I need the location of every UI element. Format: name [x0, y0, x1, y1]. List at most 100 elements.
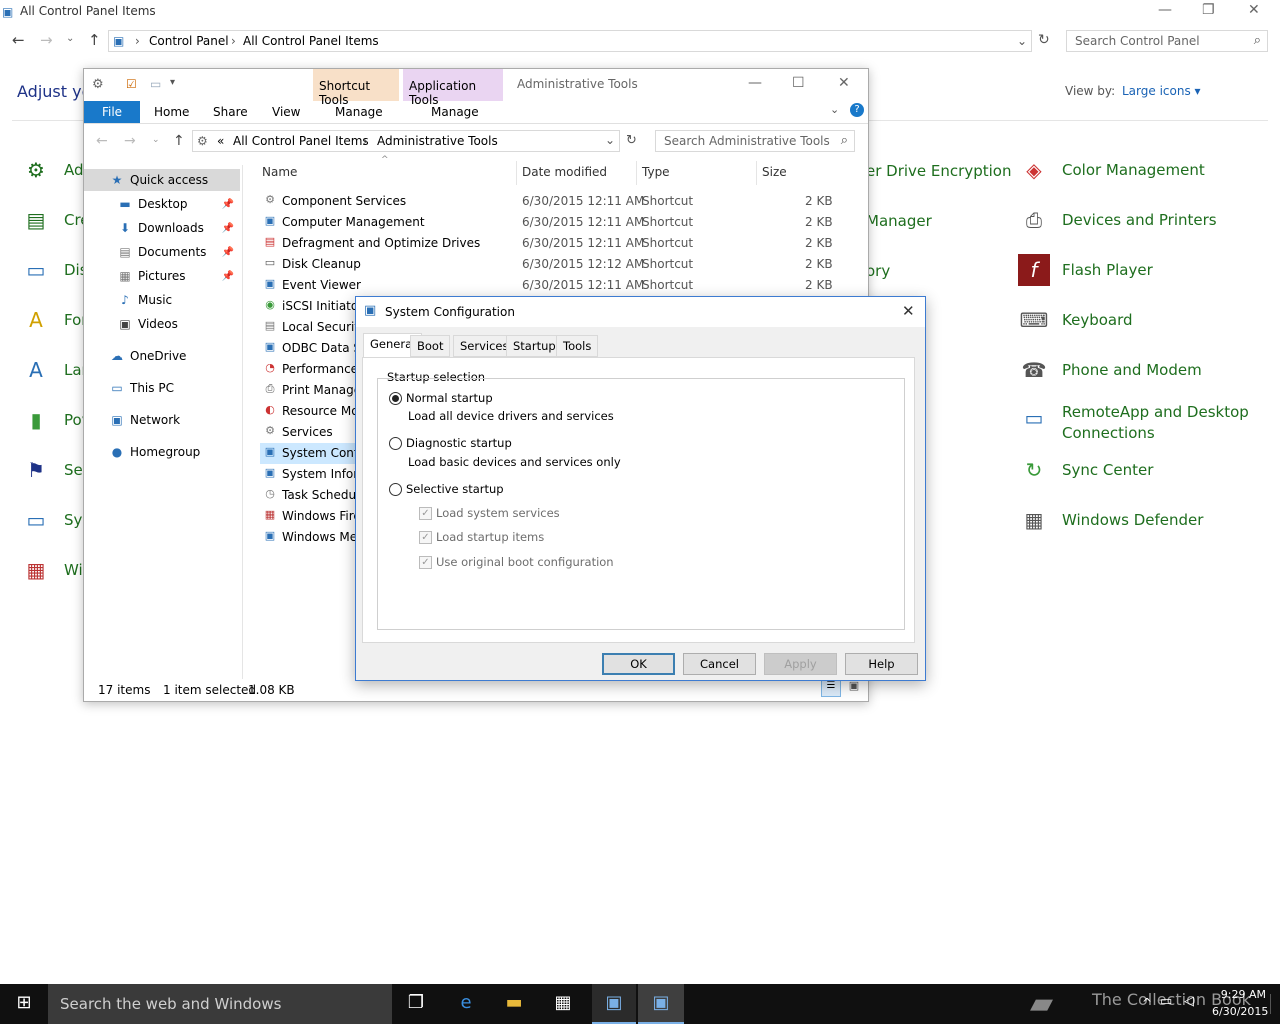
taskbar-search[interactable]: Search the web and Windows — [48, 984, 392, 1024]
ribbon-expand-icon[interactable]: ⌄ — [830, 103, 839, 116]
file-row[interactable]: ▣ Computer Management 6/30/2015 12:11 AM Sh… — [260, 212, 840, 233]
column-size[interactable]: Size — [762, 165, 787, 179]
recent-chevron-icon[interactable]: ⌄ — [152, 135, 160, 145]
pin-icon[interactable]: 📌 — [222, 247, 234, 258]
share-tab[interactable]: Share — [213, 105, 248, 119]
application-tools-tab[interactable]: Application Tools — [403, 69, 503, 107]
file-row[interactable]: ▤ Defragment and Optimize Drives 6/30/2015… — [260, 233, 840, 254]
cp-item-fonts[interactable]: A For — [20, 304, 87, 336]
tab-startup[interactable]: Startup — [506, 335, 563, 357]
load-system-services-checkbox[interactable]: ✓ Load system services — [419, 506, 560, 520]
nav-videos[interactable]: ▣ Videos — [84, 313, 240, 335]
nav-desktop[interactable]: ▬ Desktop 📌 — [84, 193, 240, 215]
cp-item-devices-printers[interactable]: ⎙ Devices and Printers — [1018, 204, 1217, 236]
network-tray-icon[interactable]: ▭ — [1160, 994, 1172, 1009]
tab-boot[interactable]: Boot — [410, 335, 451, 357]
control-panel-search[interactable]: Search Control Panel ⌕ — [1066, 30, 1268, 52]
search-icon[interactable]: ⌕ — [841, 133, 848, 148]
maximize-icon[interactable]: ☐ — [792, 75, 805, 91]
pin-icon[interactable]: 📌 — [222, 271, 234, 282]
diagnostic-startup-radio[interactable]: Diagnostic startup — [389, 436, 512, 450]
forward-arrow-icon[interactable]: → — [124, 133, 136, 149]
close-icon[interactable]: ✕ — [1248, 2, 1260, 18]
cp-item-system[interactable]: ▭ Sys — [20, 504, 91, 536]
nav-this-pc[interactable]: ▭ This PC — [84, 377, 240, 399]
large-icons-view-icon[interactable]: ▣ — [845, 679, 863, 697]
use-original-boot-checkbox[interactable]: ✓ Use original boot configuration — [419, 555, 614, 569]
column-type[interactable]: Type — [642, 165, 670, 179]
back-arrow-icon[interactable]: ← — [96, 133, 108, 149]
tray-chevron-icon[interactable]: ^ — [1142, 996, 1152, 1010]
store-icon[interactable]: ▦ — [551, 992, 575, 1016]
file-explorer-icon[interactable]: ▬ — [502, 992, 526, 1016]
explorer-search[interactable]: Search Administrative Tools ⌕ — [655, 130, 855, 152]
cp-item-windows-firewall[interactable]: ▦ Wir — [20, 554, 89, 586]
qat-dropdown-icon[interactable]: ▾ — [170, 77, 175, 88]
load-startup-items-checkbox[interactable]: ✓ Load startup items — [419, 530, 544, 544]
recent-chevron-icon[interactable]: ⌄ — [66, 33, 74, 44]
clock-date[interactable]: 6/30/2015 — [1212, 1005, 1268, 1018]
breadcrumb-control-panel[interactable]: Control Panel — [149, 34, 229, 48]
minimize-icon[interactable]: — — [748, 75, 762, 91]
breadcrumb-admin-tools[interactable]: Administrative Tools — [377, 134, 498, 148]
nav-pictures[interactable]: ▦ Pictures 📌 — [84, 265, 240, 287]
up-arrow-icon[interactable]: ↑ — [173, 133, 185, 149]
control-panel-taskbar-button[interactable]: ▣ — [592, 984, 636, 1024]
cp-item-phone-modem[interactable]: ☎ Phone and Modem — [1018, 354, 1202, 386]
tab-tools[interactable]: Tools — [556, 335, 599, 357]
address-overflow[interactable]: « — [217, 134, 224, 148]
cp-item-credential[interactable]: ▤ Cre — [20, 204, 90, 236]
view-by-dropdown[interactable]: Large icons ▾ — [1122, 84, 1201, 98]
nav-documents[interactable]: ▤ Documents 📌 — [84, 241, 240, 263]
refresh-icon[interactable]: ↻ — [626, 133, 637, 148]
cp-item-language[interactable]: A Lar — [20, 354, 88, 386]
pin-icon[interactable]: 📌 — [222, 199, 234, 210]
forward-arrow-icon[interactable]: → — [40, 31, 53, 49]
up-arrow-icon[interactable]: ↑ — [88, 31, 101, 49]
breadcrumb-all-items[interactable]: All Control Panel Items — [233, 134, 369, 148]
cp-item-bitlocker[interactable]: er Drive Encryption — [866, 162, 1011, 180]
home-tab[interactable]: Home — [154, 105, 189, 119]
cancel-button[interactable]: Cancel — [683, 653, 756, 675]
manage-application-tab[interactable]: Manage — [431, 105, 479, 119]
nav-network[interactable]: ▣ Network — [84, 409, 240, 431]
apply-button[interactable]: Apply — [764, 653, 837, 675]
dropdown-chevron-icon[interactable]: ⌄ — [1017, 34, 1027, 48]
refresh-icon[interactable]: ↻ — [1038, 32, 1050, 48]
cp-item-remoteapp[interactable]: ▭ RemoteApp and Desktop Connections — [1018, 402, 1249, 444]
task-view-icon[interactable]: ❐ — [404, 992, 428, 1016]
nav-onedrive[interactable]: ☁ OneDrive — [84, 345, 240, 367]
nav-music[interactable]: ♪ Music — [84, 289, 240, 311]
cp-item-windows-defender[interactable]: ▦ Windows Defender — [1018, 504, 1204, 536]
cp-item-color-management[interactable]: ◈ Color Management — [1018, 154, 1204, 186]
file-row[interactable]: ⚙ Component Services 6/30/2015 12:11 AM Sho… — [260, 191, 840, 212]
help-button[interactable]: Help — [845, 653, 918, 675]
edge-icon[interactable]: e — [454, 992, 478, 1016]
search-icon[interactable]: ⌕ — [1254, 33, 1261, 48]
restore-icon[interactable]: ❐ — [1202, 2, 1215, 18]
control-panel-address-bar[interactable]: ▣ › Control Panel › All Control Panel It… — [108, 30, 1032, 52]
file-tab[interactable]: File — [84, 101, 140, 123]
details-view-icon[interactable]: ☰ — [821, 679, 841, 697]
file-row[interactable]: ▣ Event Viewer 6/30/2015 12:11 AM Shortcut 2… — [260, 275, 840, 296]
cp-item-flash-player[interactable]: f Flash Player — [1018, 254, 1153, 286]
cp-item-device-manager[interactable]: Manager — [866, 212, 932, 230]
shortcut-tools-tab[interactable]: Shortcut Tools — [313, 69, 399, 107]
help-icon[interactable]: ? — [850, 103, 864, 117]
clock-time[interactable]: 9:29 AM — [1216, 988, 1266, 1001]
nav-quick-access[interactable]: ★ Quick access — [84, 169, 240, 191]
breadcrumb-all-items[interactable]: All Control Panel Items — [243, 34, 379, 48]
column-name[interactable]: Name — [262, 165, 297, 179]
selective-startup-radio[interactable]: Selective startup — [389, 482, 504, 496]
cp-item-history[interactable]: ory — [866, 262, 890, 280]
cp-item-keyboard[interactable]: ⌨ Keyboard — [1018, 304, 1133, 336]
show-desktop-button[interactable] — [1270, 994, 1278, 1014]
volume-icon[interactable]: ◁ — [1184, 994, 1194, 1009]
file-row[interactable]: ▭ Disk Cleanup 6/30/2015 12:12 AM Shortcut 2… — [260, 254, 840, 275]
nav-downloads[interactable]: ⬇ Downloads 📌 — [84, 217, 240, 239]
cp-item-display[interactable]: ▭ Dis — [20, 254, 88, 286]
ok-button[interactable]: OK — [602, 653, 675, 675]
manage-shortcut-tab[interactable]: Manage — [335, 105, 383, 119]
minimize-icon[interactable]: — — [1158, 2, 1172, 18]
view-tab[interactable]: View — [272, 105, 300, 119]
